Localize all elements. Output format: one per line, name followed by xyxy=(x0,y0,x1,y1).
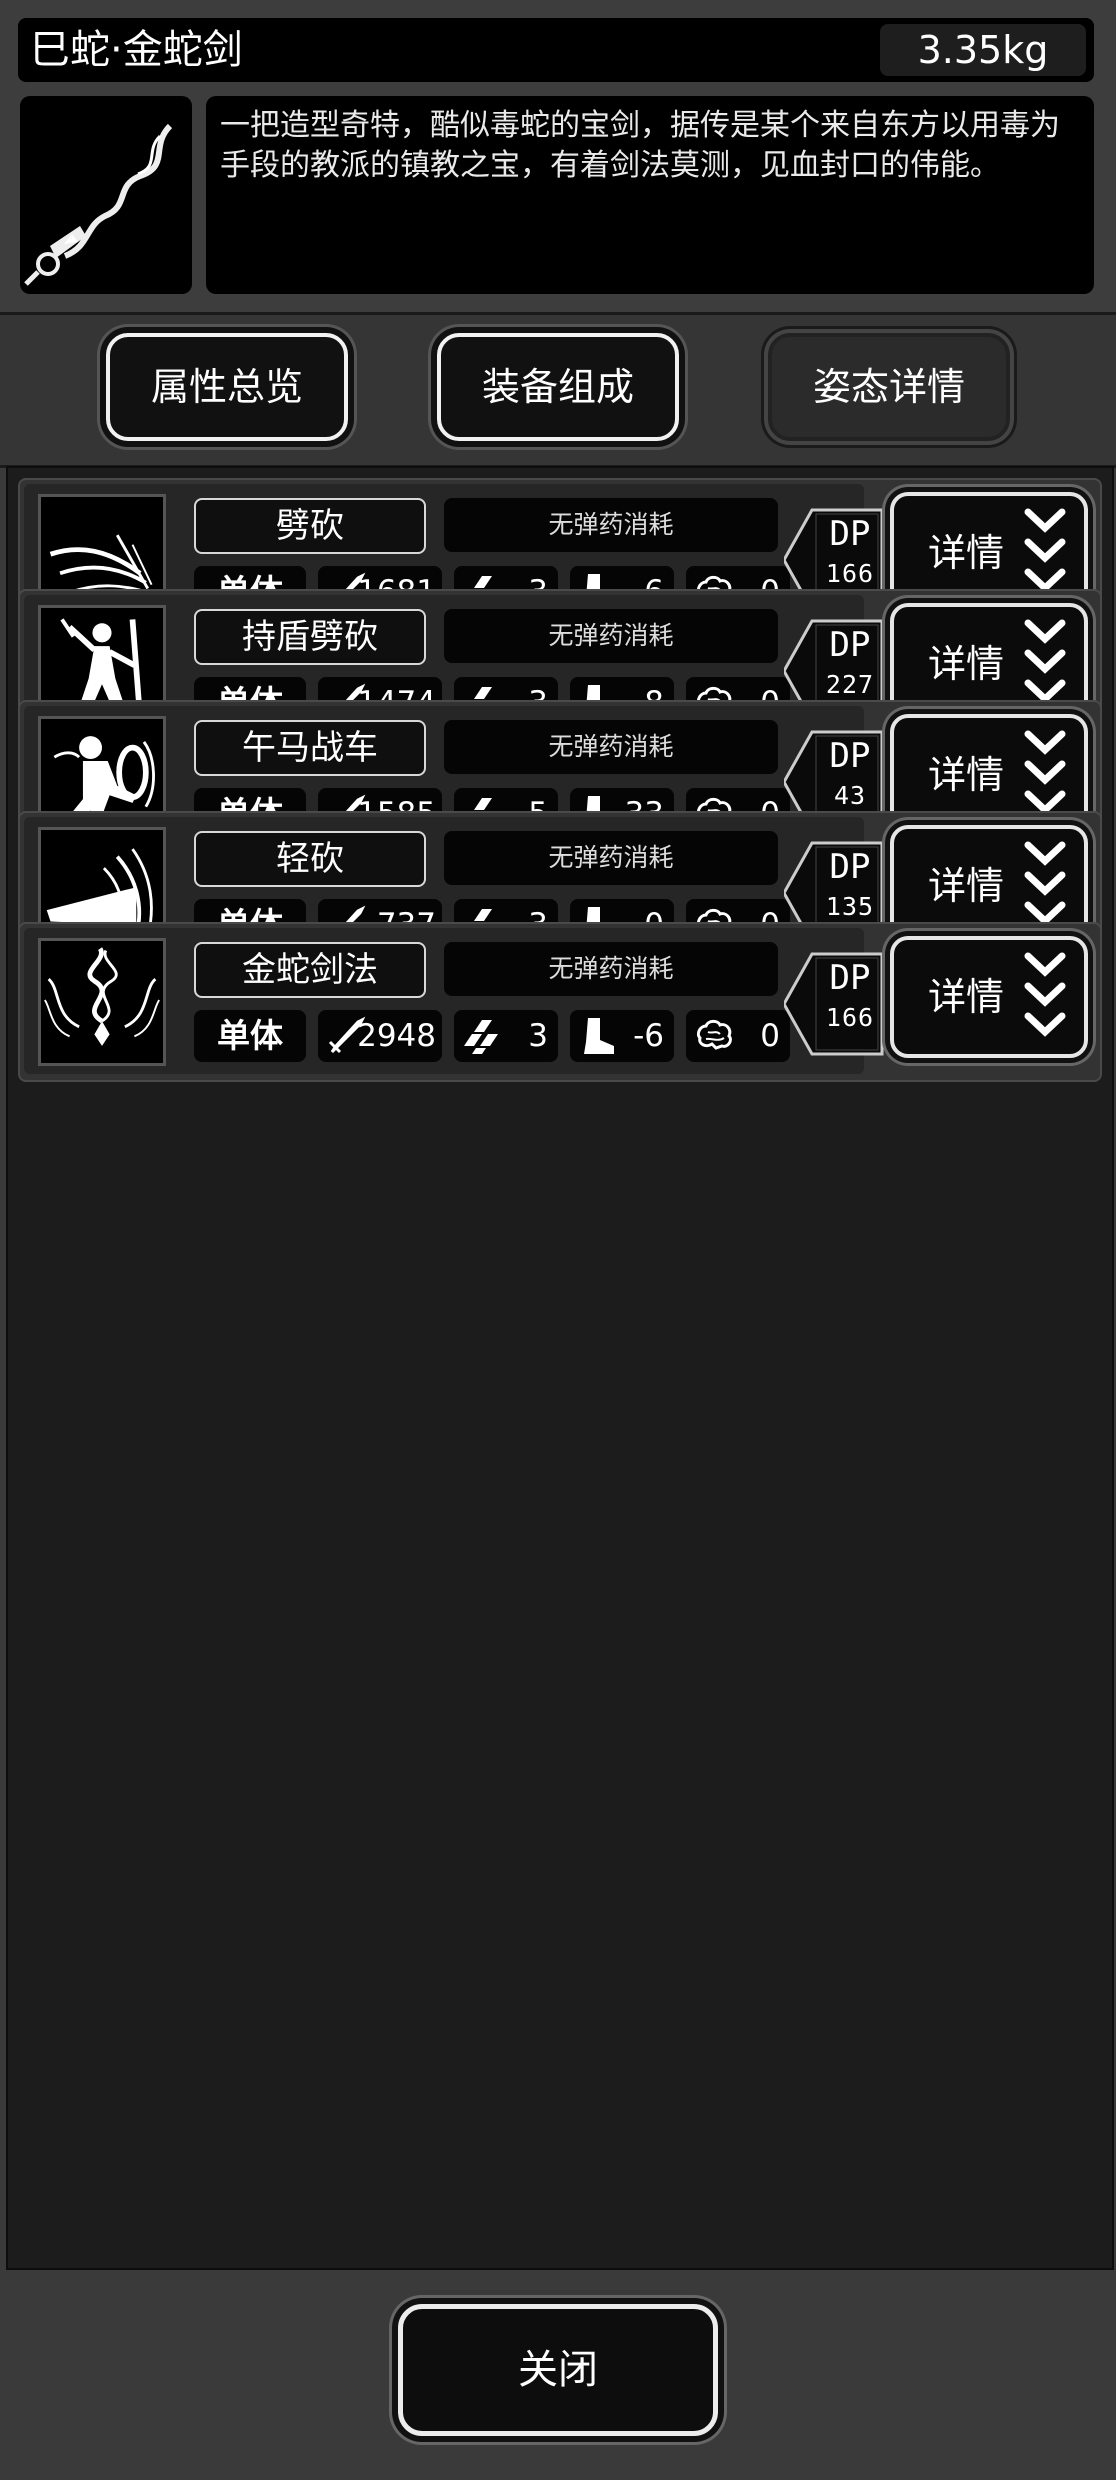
ammo-cost: 无弹药消耗 xyxy=(444,498,778,552)
dp-value: 166 xyxy=(825,1003,875,1032)
footer: 关闭 xyxy=(0,2270,1116,2480)
detail-button[interactable]: 详情 xyxy=(890,936,1088,1058)
tab-equipment-composition[interactable]: 装备组成 xyxy=(437,333,679,441)
chevron-down-icon xyxy=(1024,619,1066,704)
ammo-cost: 无弹药消耗 xyxy=(444,720,778,774)
dp-value: 166 xyxy=(825,559,875,588)
detail-label: 详情 xyxy=(928,975,1005,1019)
tab-attribute-overview[interactable]: 属性总览 xyxy=(106,333,348,441)
dp-value: 227 xyxy=(825,670,875,699)
dp-label: DP xyxy=(829,958,871,998)
skill-list[interactable]: 劈砍 无弹药消耗 单体 1681 3 -6 0 DP 166 xyxy=(6,466,1114,2270)
close-button[interactable]: 关闭 xyxy=(398,2304,718,2436)
move-stat: -6 xyxy=(570,1010,674,1062)
skill-row: 金蛇剑法 无弹药消耗 单体 2948 3 -6 0 DP 166 详情 xyxy=(18,922,1102,1082)
ammo-cost: 无弹药消耗 xyxy=(444,831,778,885)
mind-value: 0 xyxy=(760,1018,780,1054)
chevron-down-icon xyxy=(1024,508,1066,593)
title-bar: 巳蛇·金蛇剑 3.35kg xyxy=(18,18,1094,82)
mind-stat: 0 xyxy=(686,1010,790,1062)
dp-badge: DP 166 xyxy=(784,952,884,1056)
dp-label: DP xyxy=(829,847,871,887)
damage-stat: 2948 xyxy=(318,1010,442,1062)
item-description: 一把造型奇特，酷似毒蛇的宝剑，据传是某个来自东方以用毒为手段的教派的镇教之宝，有… xyxy=(220,108,1060,183)
move-value: -6 xyxy=(633,1018,664,1054)
tab-stance-details[interactable]: 姿态详情 xyxy=(768,333,1010,441)
snake-sword-icon xyxy=(20,96,192,294)
dp-value: 43 xyxy=(833,781,867,810)
skill-name: 持盾劈砍 xyxy=(194,609,426,665)
item-weight: 3.35kg xyxy=(880,24,1086,76)
skill-name: 轻砍 xyxy=(194,831,426,887)
dp-value: 135 xyxy=(825,892,875,921)
chevron-down-icon xyxy=(1024,952,1066,1037)
brain-icon xyxy=(696,1019,732,1050)
chevron-down-icon xyxy=(1024,730,1066,815)
hit-value: 3 xyxy=(528,1018,548,1054)
dp-label: DP xyxy=(829,625,871,665)
hit-stat: 3 xyxy=(454,1010,558,1062)
boot-icon xyxy=(584,1018,614,1054)
dp-label: DP xyxy=(829,736,871,776)
tab-bar: 属性总览 装备组成 姿态详情 xyxy=(0,312,1116,468)
dp-label: DP xyxy=(829,514,871,554)
item-description-box: 一把造型奇特，酷似毒蛇的宝剑，据传是某个来自东方以用毒为手段的教派的镇教之宝，有… xyxy=(206,96,1094,294)
skill-name: 金蛇剑法 xyxy=(194,942,426,998)
golden-snake-icon xyxy=(38,938,166,1066)
item-title: 巳蛇·金蛇剑 xyxy=(30,27,243,73)
skill-info: 金蛇剑法 无弹药消耗 单体 2948 3 -6 0 DP 166 xyxy=(24,928,884,1074)
item-header: 巳蛇·金蛇剑 3.35kg 一把造型奇特，酷似毒蛇的宝剑，据传是某个来自东方以用… xyxy=(0,0,1116,312)
damage-value: 2948 xyxy=(357,1018,436,1054)
skill-name: 劈砍 xyxy=(194,498,426,554)
ammo-cost: 无弹药消耗 xyxy=(444,942,778,996)
chevron-down-icon xyxy=(1024,841,1066,926)
target-type: 单体 xyxy=(194,1010,306,1062)
hit-chance-icon xyxy=(464,1020,498,1054)
skill-name: 午马战车 xyxy=(194,720,426,776)
ammo-cost: 无弹药消耗 xyxy=(444,609,778,663)
